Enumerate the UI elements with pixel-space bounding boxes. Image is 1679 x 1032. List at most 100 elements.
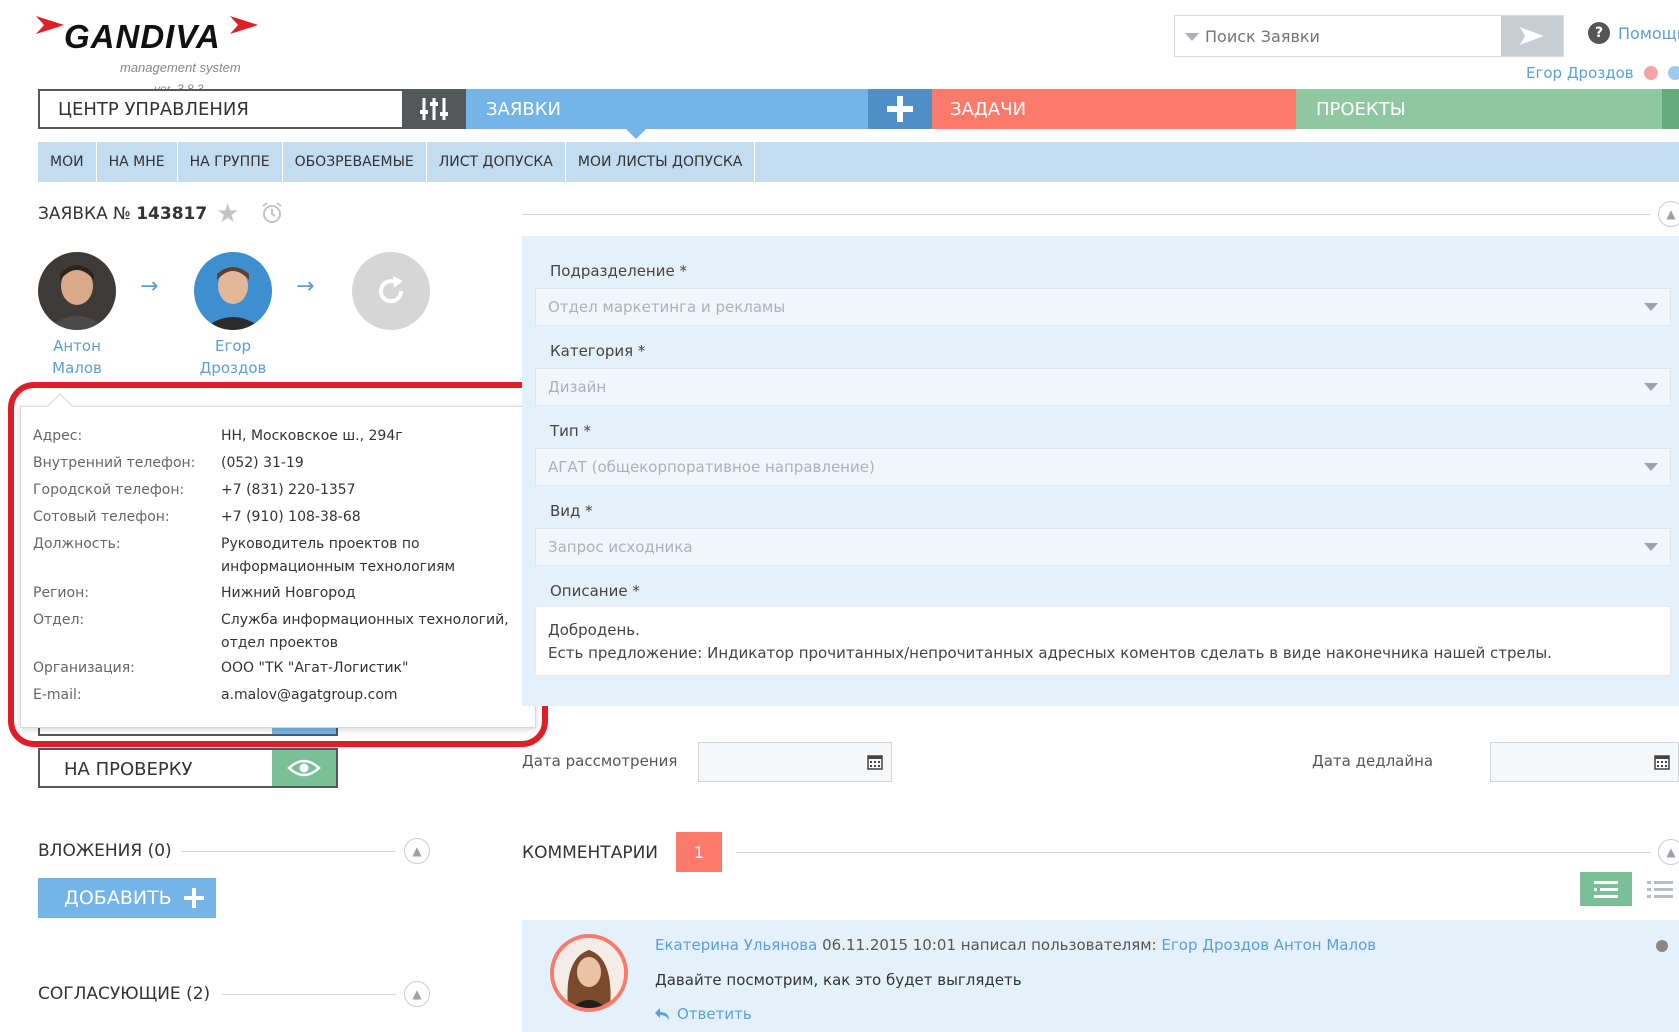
category-value: Дизайн: [548, 378, 607, 396]
to-review-label: НА ПРОВЕРКУ: [64, 759, 193, 780]
type-label: Тип *: [550, 422, 591, 440]
search-submit-button[interactable]: [1501, 16, 1563, 56]
subnav-on-me[interactable]: НА МНЕ: [97, 142, 178, 182]
collapse-form-icon[interactable]: ▲: [1658, 201, 1679, 227]
tree-list-icon: [1594, 881, 1618, 898]
category-label: Категория *: [550, 342, 646, 360]
tree-view-button[interactable]: [1580, 872, 1632, 906]
reply-link[interactable]: Ответить: [655, 1005, 752, 1023]
subnav-on-group[interactable]: НА ГРУППЕ: [178, 142, 283, 182]
review-date-input[interactable]: [698, 742, 892, 782]
ticket-title-prefix: ЗАЯВКА №: [38, 204, 131, 224]
description-line: Добродень.: [548, 621, 640, 639]
eye-icon: [287, 759, 321, 777]
add-request-button[interactable]: [868, 89, 932, 129]
next-step-button[interactable]: [352, 252, 430, 330]
comment-recipients[interactable]: Егор Дроздов Антон Малов: [1161, 936, 1376, 954]
deadline-label: Дата дедлайна: [1312, 752, 1434, 770]
ticket-number: 143817: [136, 204, 208, 224]
star-icon[interactable]: ★: [216, 199, 239, 229]
approvers-title: СОГЛАСУЮЩИЕ (2): [38, 984, 211, 1004]
nav-requests-label: ЗАЯВКИ: [486, 98, 561, 120]
subnav-my-access-lists[interactable]: МОИ ЛИСТЫ ДОПУСКА: [566, 142, 756, 182]
current-user-name[interactable]: Егор Дроздов: [1526, 64, 1634, 82]
first-name: Антон: [53, 337, 101, 355]
notification-dot-blue[interactable]: [1667, 66, 1679, 80]
sliders-icon: [420, 98, 448, 120]
person-photo: [194, 252, 272, 330]
workflow-arrow-icon: →: [140, 274, 159, 299]
nav-requests[interactable]: ЗАЯВКИ: [466, 89, 868, 139]
logo-left-arrow-icon: [36, 16, 64, 34]
comments-count-badge: 1: [676, 832, 722, 872]
division-label: Подразделение *: [550, 262, 687, 280]
calendar-icon[interactable]: [1654, 754, 1670, 770]
collapse-approvers-icon[interactable]: ▲: [404, 981, 430, 1007]
eye-icon-button[interactable]: [272, 750, 336, 786]
add-label: ДОБАВИТЬ: [64, 887, 172, 909]
person-photo: [38, 252, 116, 330]
last-name: Малов: [52, 359, 102, 377]
kind-label: Вид *: [550, 502, 593, 520]
control-center-settings-button[interactable]: [402, 89, 466, 129]
refresh-icon: [379, 276, 404, 304]
kind-value: Запрос исходника: [548, 538, 693, 556]
chevron-down-icon: [1644, 543, 1658, 551]
subnav-mine[interactable]: МОИ: [38, 142, 97, 182]
plus-icon: [183, 888, 204, 908]
person-photo: [554, 938, 624, 1008]
chevron-down-icon: [1644, 463, 1658, 471]
comment-header: Екатерина Ульянова 06.11.2015 10:01 напи…: [655, 936, 1376, 954]
unread-indicator-dot[interactable]: [1656, 940, 1668, 952]
workflow-user-egor[interactable]: Егор Дроздов: [183, 335, 283, 379]
notification-dot-red[interactable]: [1643, 66, 1658, 80]
help-link[interactable]: ? Помощь: [1588, 22, 1679, 44]
logo-text: GANDIVA: [64, 18, 221, 55]
nav-control-center[interactable]: ЦЕНТР УПРАВЛЕНИЯ: [38, 89, 404, 129]
user-menu[interactable]: Егор Дроздов: [1526, 64, 1679, 82]
send-arrow-icon: [1520, 27, 1544, 45]
subnav-watched[interactable]: ОБОЗРЕВАЕМЫЕ: [283, 142, 427, 182]
avatar-egor-drozdov[interactable]: [194, 252, 272, 330]
collapse-attachments-icon[interactable]: ▲: [404, 838, 430, 864]
to-review-button[interactable]: НА ПРОВЕРКУ: [38, 748, 338, 788]
division-select[interactable]: Отдел маркетинга и рекламы: [535, 288, 1671, 326]
comment-author[interactable]: Екатерина Ульянова: [655, 936, 817, 954]
logo-subtitle: management system: [120, 60, 241, 75]
last-name: Дроздов: [199, 359, 267, 377]
comment-author-avatar[interactable]: [550, 934, 628, 1012]
divider: [522, 214, 1650, 215]
calendar-icon[interactable]: [867, 754, 883, 770]
collapse-comments-icon[interactable]: ▲: [1658, 839, 1679, 865]
deadline-input[interactable]: [1490, 742, 1679, 782]
list-icon: [1646, 881, 1673, 898]
active-tab-indicator: [626, 129, 646, 139]
reply-label: Ответить: [677, 1005, 752, 1023]
add-project-button[interactable]: [1662, 89, 1679, 129]
subnav-access-list[interactable]: ЛИСТ ДОПУСКА: [427, 142, 566, 182]
list-view-button[interactable]: [1640, 872, 1679, 906]
avatar-anton-malov[interactable]: [38, 252, 116, 330]
help-label: Помощь: [1618, 23, 1679, 43]
workflow-user-anton[interactable]: Антон Малов: [27, 335, 127, 379]
review-date-label: Дата рассмотрения: [522, 752, 678, 770]
comment-meta: 06.11.2015 10:01 написал пользователям:: [817, 936, 1162, 954]
add-attachment-button[interactable]: ДОБАВИТЬ: [38, 878, 216, 918]
logo[interactable]: GANDIVA management system ver. 3.8.3: [36, 10, 258, 96]
description-line: Есть предложение: Индикатор прочитанных/…: [548, 644, 1552, 662]
highlight-frame: [8, 382, 548, 747]
main-nav: ЦЕНТР УПРАВЛЕНИЯ ЗАЯВКИ ЗАДАЧИ ПРОЕКТЫ: [38, 89, 1679, 139]
description-text[interactable]: Добродень. Есть предложение: Индикатор п…: [535, 606, 1671, 676]
type-select[interactable]: АГАТ (общекорпоративное направление): [535, 448, 1671, 486]
search-input[interactable]: [1175, 16, 1503, 56]
help-icon: ?: [1588, 22, 1610, 44]
divider: [182, 851, 396, 852]
division-value: Отдел маркетинга и рекламы: [548, 298, 786, 316]
nav-tasks[interactable]: ЗАДАЧИ: [932, 89, 1296, 129]
first-name: Егор: [214, 337, 252, 355]
nav-projects[interactable]: ПРОЕКТЫ: [1296, 89, 1662, 129]
kind-select[interactable]: Запрос исходника: [535, 528, 1671, 566]
category-select[interactable]: Дизайн: [535, 368, 1671, 406]
attachments-title: ВЛОЖЕНИЯ (0): [38, 841, 172, 861]
alarm-clock-icon[interactable]: [260, 201, 284, 225]
